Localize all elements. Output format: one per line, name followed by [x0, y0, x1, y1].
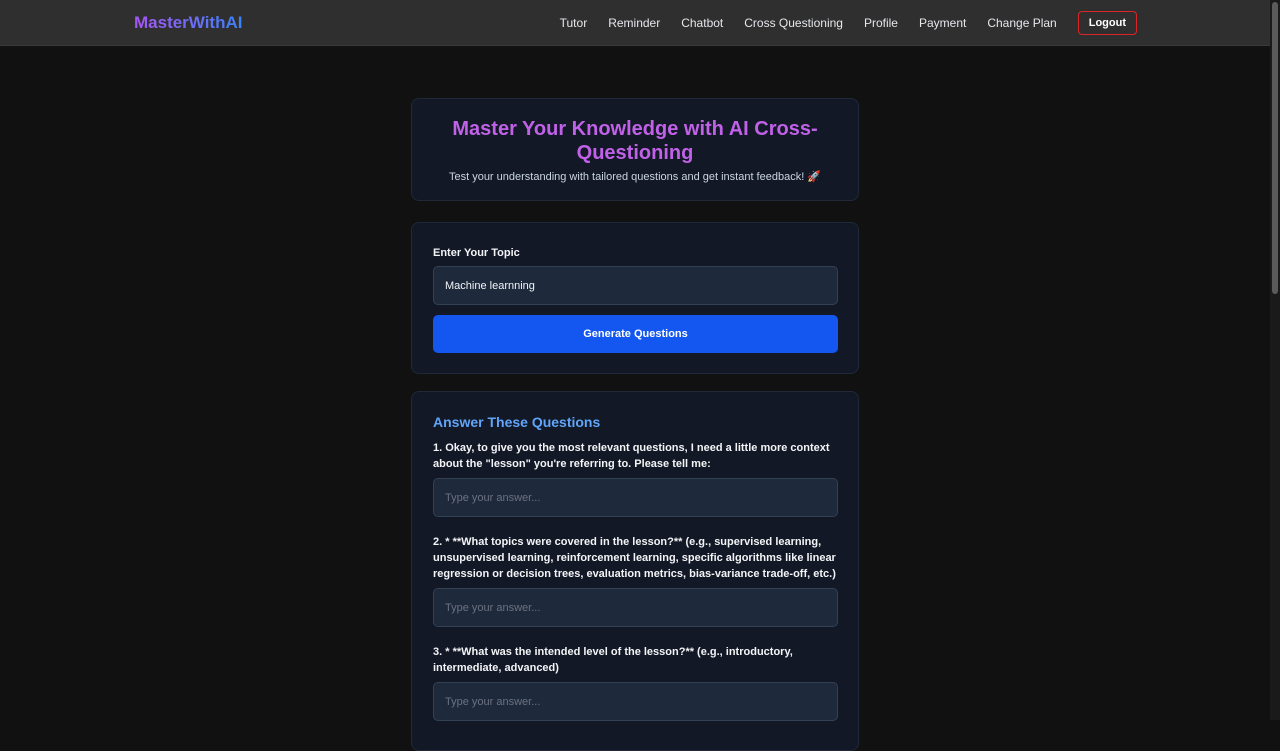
- nav-link-chatbot[interactable]: Chatbot: [681, 11, 723, 35]
- question-text: 1. Okay, to give you the most relevant q…: [433, 442, 830, 470]
- nav-link-profile[interactable]: Profile: [864, 11, 898, 35]
- top-navbar: MasterWithAI Tutor Reminder Chatbot Cros…: [0, 0, 1270, 46]
- scrollbar-thumb[interactable]: [1272, 2, 1278, 294]
- page-title: Master Your Knowledge with AI Cross-Ques…: [452, 118, 818, 164]
- nav-link-tutor[interactable]: Tutor: [560, 11, 588, 35]
- page-scrollbar[interactable]: [1270, 0, 1280, 720]
- question-text: 3. * **What was the intended level of th…: [433, 646, 793, 674]
- generate-questions-button[interactable]: Generate Questions: [433, 315, 838, 353]
- page-subtitle: Test your understanding with tailored qu…: [448, 171, 822, 183]
- question-text: 2. * **What topics were covered in the l…: [433, 536, 836, 580]
- nav-link-payment[interactable]: Payment: [919, 11, 966, 35]
- question-item: 3. * **What was the intended level of th…: [433, 644, 838, 721]
- nav-link-change-plan[interactable]: Change Plan: [987, 11, 1056, 35]
- answer-input[interactable]: [433, 478, 838, 517]
- logout-button[interactable]: Logout: [1077, 11, 1137, 35]
- topic-card: Enter Your Topic Generate Questions: [411, 222, 859, 374]
- brand-logo[interactable]: MasterWithAI: [134, 13, 242, 33]
- nav-links: Tutor Reminder Chatbot Cross Questioning…: [560, 11, 1137, 35]
- nav-link-reminder[interactable]: Reminder: [608, 11, 660, 35]
- hero-card: Master Your Knowledge with AI Cross-Ques…: [411, 98, 859, 201]
- answer-input[interactable]: [433, 682, 838, 721]
- topic-input[interactable]: [433, 266, 838, 305]
- question-item: 1. Okay, to give you the most relevant q…: [433, 440, 838, 517]
- question-item: 2. * **What topics were covered in the l…: [433, 534, 838, 627]
- nav-link-cross-questioning[interactable]: Cross Questioning: [744, 11, 843, 35]
- questions-card: Answer These Questions 1. Okay, to give …: [411, 391, 859, 751]
- topic-label: Enter Your Topic: [433, 247, 520, 259]
- answer-input[interactable]: [433, 588, 838, 627]
- questions-heading: Answer These Questions: [433, 414, 601, 430]
